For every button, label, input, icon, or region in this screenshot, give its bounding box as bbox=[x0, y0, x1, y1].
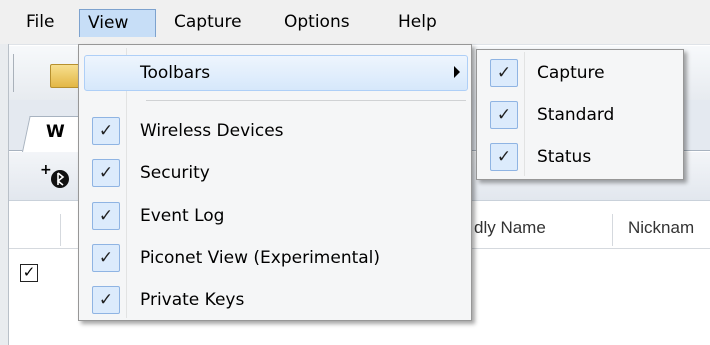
column-divider[interactable] bbox=[612, 214, 613, 246]
submenu-gutter-divider bbox=[524, 52, 525, 176]
column-nickname[interactable]: Nicknam bbox=[628, 218, 710, 238]
menu-file[interactable]: File bbox=[18, 9, 62, 37]
column-friendly-name[interactable]: dly Name bbox=[474, 218, 604, 238]
menu-item-private-keys-label: Private Keys bbox=[140, 290, 245, 310]
menu-view[interactable]: View bbox=[79, 9, 156, 37]
checkmark-icon: ✓ bbox=[490, 143, 518, 171]
window-left-edge bbox=[0, 44, 9, 345]
toolbar-separator bbox=[13, 54, 14, 92]
checkmark-icon: ✓ bbox=[92, 244, 120, 272]
menu-item-wireless-devices-label: Wireless Devices bbox=[140, 121, 284, 141]
menu-bar: File View Capture Options Help bbox=[0, 0, 710, 45]
checkmark-icon: ✓ bbox=[92, 286, 120, 314]
column-divider[interactable] bbox=[60, 214, 61, 246]
submenu-item-status[interactable]: Status bbox=[537, 147, 591, 167]
checkmark-icon: ✓ bbox=[490, 59, 518, 87]
menu-help[interactable]: Help bbox=[390, 9, 445, 37]
menu-capture[interactable]: Capture bbox=[166, 9, 250, 37]
svg-text:+: + bbox=[40, 162, 52, 178]
checkmark-icon: ✓ bbox=[92, 202, 120, 230]
submenu-item-capture[interactable]: Capture bbox=[537, 63, 605, 83]
menu-item-piconet-view-label: Piconet View (Experimental) bbox=[140, 248, 381, 268]
device-row-checkbox[interactable]: ✓ bbox=[20, 264, 38, 282]
submenu-arrow-icon bbox=[454, 66, 460, 78]
submenu-item-standard[interactable]: Standard bbox=[537, 105, 614, 125]
menu-item-security-label: Security bbox=[140, 163, 210, 183]
checkmark-icon: ✓ bbox=[92, 159, 120, 187]
menu-item-event-log-label: Event Log bbox=[140, 206, 225, 226]
menu-options[interactable]: Options bbox=[276, 9, 358, 37]
menu-separator bbox=[146, 100, 466, 101]
menu-item-toolbars-label: Toolbars bbox=[140, 63, 211, 83]
tab-label: W bbox=[46, 122, 65, 142]
checkmark-icon: ✓ bbox=[490, 101, 518, 129]
checkmark-icon: ✓ bbox=[92, 117, 120, 145]
add-bluetooth-device-icon[interactable]: + bbox=[38, 162, 78, 192]
